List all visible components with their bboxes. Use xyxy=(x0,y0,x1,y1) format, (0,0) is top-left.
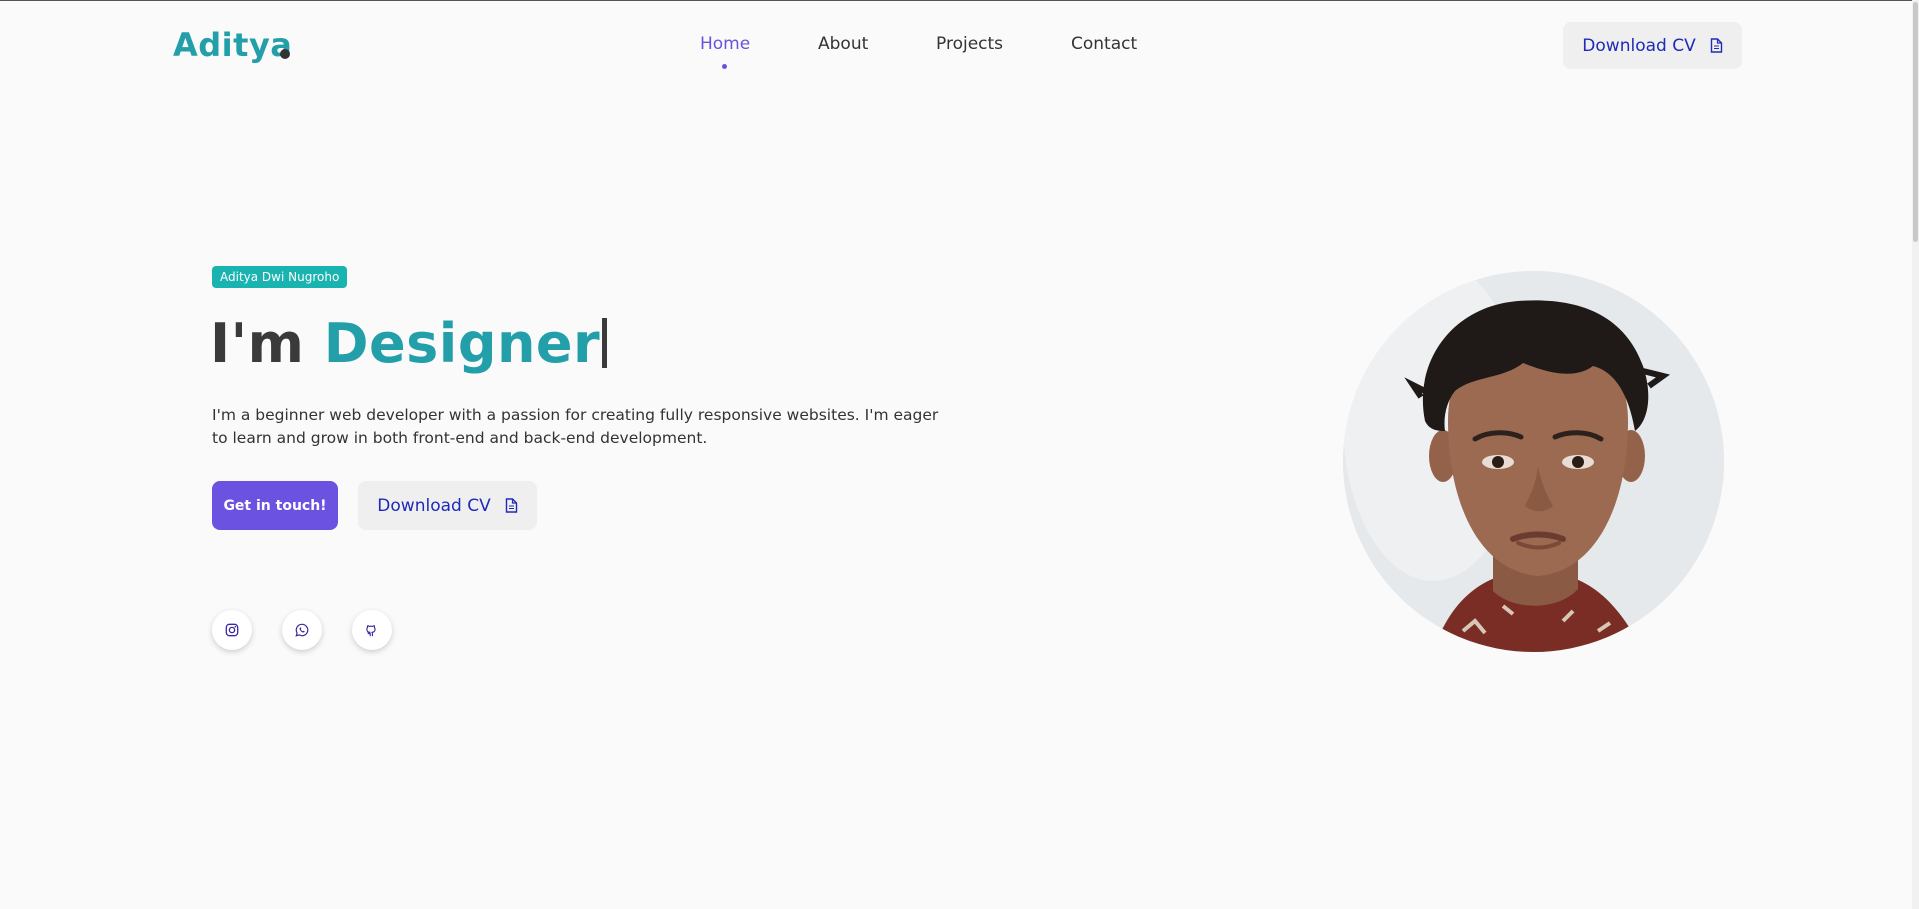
headline-role: Designer xyxy=(323,312,601,375)
profile-photo xyxy=(1343,271,1724,652)
typing-caret xyxy=(602,318,608,368)
hero-description: I'm a beginner web developer with a pass… xyxy=(212,406,939,447)
get-in-touch-button[interactable]: Get in touch! xyxy=(212,481,338,530)
instagram-link[interactable] xyxy=(212,610,252,650)
header-download-cv-button[interactable]: Download CV xyxy=(1563,22,1742,69)
document-icon xyxy=(1710,38,1722,53)
nav-item-projects[interactable]: Projects xyxy=(936,34,1003,54)
github-icon xyxy=(366,625,376,637)
nav-item-about[interactable]: About xyxy=(818,34,868,54)
profile-photo-illustration xyxy=(1343,271,1724,652)
headline-prefix: I'm xyxy=(210,312,305,375)
hero-headline: I'm Designer xyxy=(210,312,608,375)
scrollbar-thumb[interactable] xyxy=(1913,2,1918,242)
whatsapp-icon xyxy=(295,623,309,637)
document-icon xyxy=(505,498,517,513)
header-download-cv-label: Download CV xyxy=(1582,35,1696,56)
nav-item-home[interactable]: Home xyxy=(700,34,750,54)
scrollbar[interactable] xyxy=(1912,0,1919,909)
nav-item-contact[interactable]: Contact xyxy=(1071,34,1137,54)
github-link[interactable] xyxy=(352,610,392,650)
hero-download-cv-label: Download CV xyxy=(377,495,491,516)
whatsapp-link[interactable] xyxy=(282,610,322,650)
nav-active-indicator xyxy=(722,64,727,69)
name-badge: Aditya Dwi Nugroho xyxy=(212,266,348,288)
logo-dot xyxy=(280,49,290,59)
hero-download-cv-button[interactable]: Download CV xyxy=(358,481,537,530)
logo[interactable]: Aditya xyxy=(173,26,292,64)
instagram-icon xyxy=(225,623,239,637)
site-header: Aditya Home About Projects Contact Downl… xyxy=(0,0,1919,90)
